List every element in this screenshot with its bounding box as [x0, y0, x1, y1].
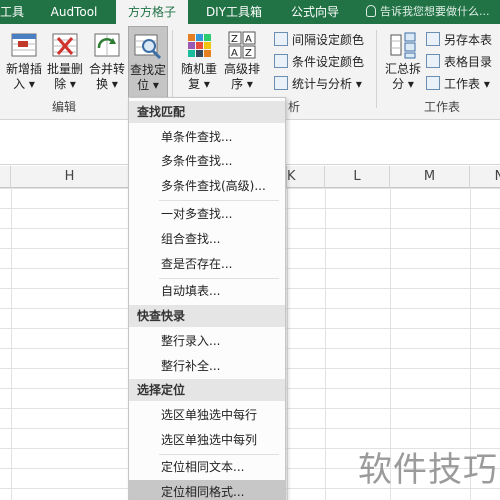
menu-divider	[159, 200, 279, 201]
random-repeat-line1: 随机重	[180, 62, 217, 76]
menu-item-locate-same-format[interactable]: 定位相同格式...	[129, 480, 285, 500]
interval-color-button[interactable]: 间隔设定颜色	[274, 30, 364, 50]
column-header[interactable]: K	[287, 166, 325, 188]
delete-icon	[50, 30, 80, 60]
tell-me-text: 告诉我您想要做什么...	[380, 5, 490, 18]
sort-icon: ZAAZ	[227, 30, 257, 60]
menu-item-one-to-many-lookup[interactable]: 一对多查找...	[129, 202, 285, 226]
find-locate-line1: 查找定	[129, 63, 166, 77]
find-locate-icon	[133, 31, 163, 61]
tell-me-search[interactable]: 告诉我您想要做什么...	[366, 0, 490, 24]
svg-text:A: A	[231, 48, 238, 59]
svg-text:Z: Z	[231, 34, 238, 45]
column-header[interactable]: G	[0, 166, 11, 188]
lightbulb-icon	[366, 5, 376, 17]
worksheet-button[interactable]: 工作表 ▾	[426, 74, 490, 94]
menu-item-multi-condition-advanced[interactable]: 多条件查找(高级)...	[129, 174, 285, 198]
merge-convert-icon	[92, 30, 122, 60]
table-catalog-icon	[426, 54, 440, 68]
advanced-sort-line1: 高级排	[223, 62, 260, 76]
menu-item-combined-lookup[interactable]: 组合查找...	[129, 227, 285, 251]
watermark: 软件技巧	[350, 440, 500, 496]
grid-line	[325, 188, 326, 500]
summary-split-button[interactable]: 汇总拆 分 ▾	[382, 26, 424, 92]
group-label-worksheet: 工作表	[424, 100, 461, 114]
interval-color-icon	[274, 32, 288, 46]
batch-delete-line1: 批量删	[46, 62, 83, 76]
column-header[interactable]: N	[470, 166, 500, 188]
random-repeat-button[interactable]: 随机重 复 ▾	[178, 26, 220, 92]
column-header[interactable]: M	[390, 166, 470, 188]
insert-icon	[9, 30, 39, 60]
merge-convert-line2: 换 ▾	[96, 77, 118, 91]
menu-section-header: 查找匹配	[129, 101, 285, 123]
menu-item-multi-condition-lookup[interactable]: 多条件查找...	[129, 149, 285, 173]
excel-window: 工具 AudTool 方方格子 DIY工具箱 公式向导 告诉我您想要做什么...…	[0, 0, 500, 500]
advanced-sort-line2: 序 ▾	[231, 77, 253, 91]
save-sheet-label: 另存本表	[444, 33, 493, 47]
save-sheet-button[interactable]: 另存本表	[426, 30, 492, 50]
find-locate-button[interactable]: 查找定 位 ▾	[128, 26, 168, 98]
find-locate-dropdown: 查找匹配 单条件查找... 多条件查找... 多条件查找(高级)... 一对多查…	[128, 97, 286, 500]
menu-item-row-entry[interactable]: 整行录入...	[129, 329, 285, 353]
stats-icon	[274, 76, 288, 90]
tab-audtool[interactable]: AudTool	[36, 0, 112, 24]
tab-diy-toolbox[interactable]: DIY工具箱	[196, 0, 272, 24]
worksheet-icon	[426, 76, 440, 90]
svg-text:A: A	[245, 34, 252, 45]
menu-section-header: 快查快录	[129, 305, 285, 327]
summary-split-line1: 汇总拆	[384, 62, 421, 76]
summary-split-icon	[388, 30, 418, 60]
table-catalog-button[interactable]: 表格目录	[426, 52, 492, 72]
merge-convert-button[interactable]: 合并转 换 ▾	[86, 26, 128, 92]
condition-color-button[interactable]: 条件设定颜色	[274, 52, 364, 72]
menu-item-select-each-row[interactable]: 选区单独选中每行	[129, 403, 285, 427]
watermark-text: 软件技巧	[358, 450, 498, 490]
menu-item-check-exists[interactable]: 查是否存在...	[129, 252, 285, 276]
column-header[interactable]: H	[11, 166, 129, 188]
condition-color-label: 条件设定颜色	[292, 55, 365, 69]
menu-item-single-condition-lookup[interactable]: 单条件查找...	[129, 125, 285, 149]
batch-delete-line2: 除 ▾	[54, 77, 76, 91]
grid-line	[287, 188, 288, 500]
menu-item-row-complete[interactable]: 整行补全...	[129, 354, 285, 378]
menu-item-locate-same-text[interactable]: 定位相同文本...	[129, 455, 285, 479]
tab-fangfang[interactable]: 方方格子	[116, 0, 188, 24]
tab-tools[interactable]: 工具	[0, 0, 32, 24]
find-locate-line2: 位 ▾	[137, 78, 159, 92]
merge-convert-line1: 合并转	[88, 62, 125, 76]
worksheet-label: 工作表 ▾	[444, 77, 490, 91]
interval-color-label: 间隔设定颜色	[292, 33, 365, 47]
stats-analysis-label: 统计与分析 ▾	[292, 77, 362, 91]
group-label-edit: 编辑	[52, 100, 77, 114]
save-sheet-icon	[426, 32, 440, 46]
batch-delete-button[interactable]: 批量删 除 ▾	[44, 26, 86, 92]
insert-button-line1: 新增插	[5, 62, 42, 76]
random-icon	[184, 30, 214, 60]
stats-analysis-button[interactable]: 统计与分析 ▾	[274, 74, 362, 94]
ribbon-tab-bar: 工具 AudTool 方方格子 DIY工具箱 公式向导 告诉我您想要做什么...	[0, 0, 500, 24]
advanced-sort-button[interactable]: ZAAZ 高级排 序 ▾	[220, 26, 264, 92]
tab-formula-wizard[interactable]: 公式向导	[280, 0, 350, 24]
svg-text:Z: Z	[245, 48, 252, 59]
insert-button[interactable]: 新增插 入 ▾	[2, 26, 46, 92]
menu-section-header: 选择定位	[129, 379, 285, 401]
random-repeat-line2: 复 ▾	[188, 77, 210, 91]
group-label-analysis: 析	[288, 100, 301, 114]
insert-button-line2: 入 ▾	[13, 77, 35, 91]
summary-split-line2: 分 ▾	[392, 77, 414, 91]
grid-line	[11, 188, 12, 500]
menu-item-select-each-column[interactable]: 选区单独选中每列	[129, 428, 285, 452]
column-header[interactable]: L	[325, 166, 390, 188]
condition-color-icon	[274, 54, 288, 68]
ribbon-separator	[376, 30, 377, 108]
menu-item-auto-fill-table[interactable]: 自动填表...	[129, 279, 285, 303]
table-catalog-label: 表格目录	[444, 55, 493, 69]
